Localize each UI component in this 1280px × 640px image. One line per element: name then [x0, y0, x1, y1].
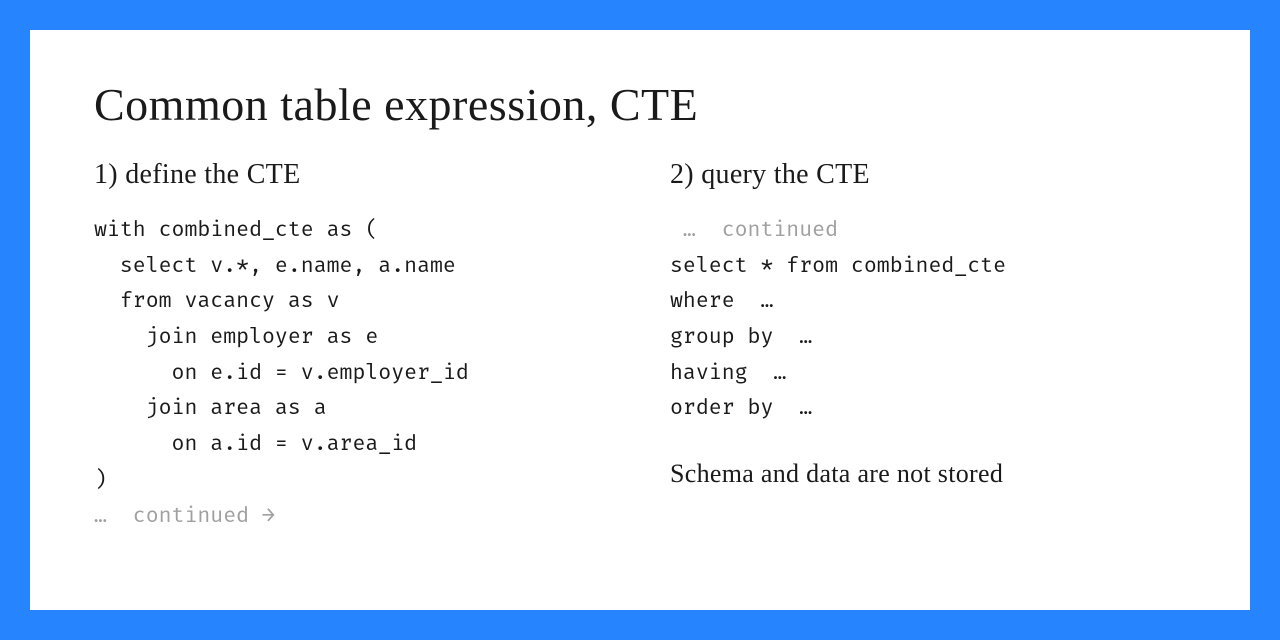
right-code-continued: … continued [670, 218, 838, 243]
right-column: 2) query the CTE … continued select * fr… [670, 159, 1186, 534]
right-code-block: … continued select * from combined_cte w… [670, 213, 1186, 427]
left-code-continued: … continued → [94, 504, 275, 529]
left-column: 1) define the CTE with combined_cte as (… [94, 159, 610, 534]
right-subtitle: 2) query the CTE [670, 159, 1186, 191]
right-code-main: select * from combined_cte where … group… [670, 254, 1006, 422]
left-code-main: with combined_cte as ( select v.*, e.nam… [94, 218, 469, 493]
left-code-block: with combined_cte as ( select v.*, e.nam… [94, 213, 610, 534]
left-subtitle: 1) define the CTE [94, 159, 610, 191]
slide-card: Common table expression, CTE 1) define t… [30, 30, 1250, 610]
right-note: Schema and data are not stored [670, 459, 1186, 489]
columns-container: 1) define the CTE with combined_cte as (… [94, 159, 1186, 534]
slide-title: Common table expression, CTE [94, 78, 1186, 131]
